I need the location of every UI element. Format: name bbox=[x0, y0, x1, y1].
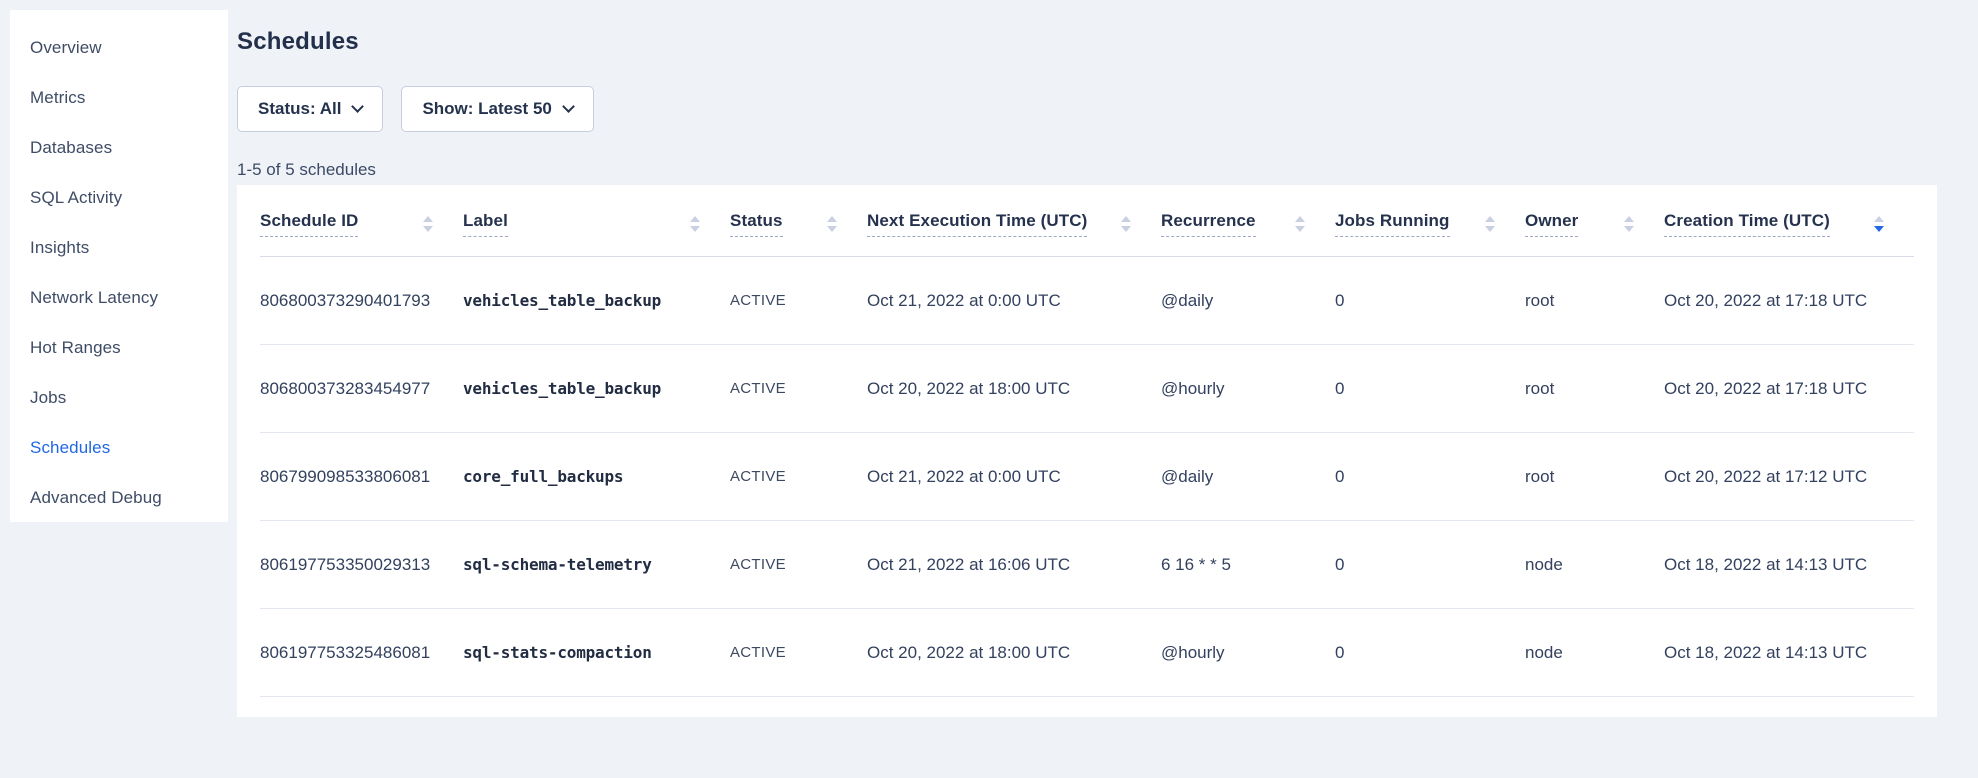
next-execution-cell: Oct 21, 2022 at 16:06 UTC bbox=[867, 555, 1161, 575]
sort-icon[interactable] bbox=[1295, 216, 1305, 232]
status-cell: ACTIVE bbox=[730, 468, 867, 485]
recurrence-cell: 6 16 * * 5 bbox=[1161, 555, 1335, 575]
recurrence-cell: @daily bbox=[1161, 467, 1335, 487]
sort-icon[interactable] bbox=[827, 216, 837, 232]
sidebar-nav: Overview Metrics Databases SQL Activity … bbox=[10, 10, 228, 522]
sidebar-item-overview[interactable]: Overview bbox=[30, 23, 228, 73]
status-cell: ACTIVE bbox=[730, 380, 867, 397]
jobs-running-cell: 0 bbox=[1335, 291, 1525, 311]
next-execution-cell: Oct 20, 2022 at 18:00 UTC bbox=[867, 643, 1161, 663]
sort-icon[interactable] bbox=[1624, 216, 1634, 232]
table-row: 806800373283454977 vehicles_table_backup… bbox=[260, 345, 1914, 433]
recurrence-cell: @hourly bbox=[1161, 643, 1335, 663]
filter-bar: Status: All Show: Latest 50 bbox=[237, 86, 594, 132]
column-header-status[interactable]: Status bbox=[730, 211, 867, 237]
label-cell: vehicles_table_backup bbox=[463, 291, 730, 310]
owner-cell: root bbox=[1525, 291, 1664, 311]
schedule-id-cell: 806800373283454977 bbox=[260, 379, 463, 399]
owner-cell: node bbox=[1525, 555, 1664, 575]
sidebar-item-metrics[interactable]: Metrics bbox=[30, 73, 228, 123]
recurrence-cell: @hourly bbox=[1161, 379, 1335, 399]
label-cell: sql-stats-compaction bbox=[463, 643, 730, 662]
label-cell: vehicles_table_backup bbox=[463, 379, 730, 398]
status-cell: ACTIVE bbox=[730, 292, 867, 309]
table-row: 806197753325486081 sql-stats-compaction … bbox=[260, 609, 1914, 697]
table-row: 806800373290401793 vehicles_table_backup… bbox=[260, 257, 1914, 345]
creation-time-cell: Oct 20, 2022 at 17:12 UTC bbox=[1664, 467, 1914, 487]
table-header-row: Schedule ID Label Status Next Execution … bbox=[260, 185, 1914, 257]
jobs-running-cell: 0 bbox=[1335, 379, 1525, 399]
show-filter-label: Show: Latest 50 bbox=[422, 99, 551, 119]
sort-icon[interactable] bbox=[1121, 216, 1131, 232]
schedule-id-cell: 806197753325486081 bbox=[260, 643, 463, 663]
owner-cell: root bbox=[1525, 467, 1664, 487]
chevron-down-icon bbox=[352, 100, 365, 113]
label-cell: sql-schema-telemetry bbox=[463, 555, 730, 574]
creation-time-cell: Oct 20, 2022 at 17:18 UTC bbox=[1664, 291, 1914, 311]
status-cell: ACTIVE bbox=[730, 556, 867, 573]
column-header-schedule-id[interactable]: Schedule ID bbox=[260, 211, 463, 237]
schedules-table: Schedule ID Label Status Next Execution … bbox=[237, 185, 1937, 717]
sidebar-item-sql-activity[interactable]: SQL Activity bbox=[30, 173, 228, 223]
column-header-recurrence[interactable]: Recurrence bbox=[1161, 211, 1335, 237]
results-count: 1-5 of 5 schedules bbox=[237, 160, 376, 180]
sidebar-item-advanced-debug[interactable]: Advanced Debug bbox=[30, 473, 228, 523]
sidebar-item-insights[interactable]: Insights bbox=[30, 223, 228, 273]
status-cell: ACTIVE bbox=[730, 644, 867, 661]
column-header-jobs-running[interactable]: Jobs Running bbox=[1335, 211, 1525, 237]
owner-cell: root bbox=[1525, 379, 1664, 399]
page-title: Schedules bbox=[237, 28, 359, 56]
recurrence-cell: @daily bbox=[1161, 291, 1335, 311]
table-row: 806197753350029313 sql-schema-telemetry … bbox=[260, 521, 1914, 609]
sort-icon[interactable] bbox=[1874, 216, 1884, 232]
column-header-next-execution-time[interactable]: Next Execution Time (UTC) bbox=[867, 211, 1161, 237]
next-execution-cell: Oct 20, 2022 at 18:00 UTC bbox=[867, 379, 1161, 399]
jobs-running-cell: 0 bbox=[1335, 555, 1525, 575]
show-filter-dropdown[interactable]: Show: Latest 50 bbox=[401, 86, 593, 132]
sidebar-item-schedules[interactable]: Schedules bbox=[30, 423, 228, 473]
sidebar-item-jobs[interactable]: Jobs bbox=[30, 373, 228, 423]
schedule-id-cell: 806197753350029313 bbox=[260, 555, 463, 575]
next-execution-cell: Oct 21, 2022 at 0:00 UTC bbox=[867, 291, 1161, 311]
sidebar-item-databases[interactable]: Databases bbox=[30, 123, 228, 173]
creation-time-cell: Oct 18, 2022 at 14:13 UTC bbox=[1664, 555, 1914, 575]
schedule-id-cell: 806799098533806081 bbox=[260, 467, 463, 487]
chevron-down-icon bbox=[562, 100, 575, 113]
schedule-id-cell: 806800373290401793 bbox=[260, 291, 463, 311]
owner-cell: node bbox=[1525, 643, 1664, 663]
jobs-running-cell: 0 bbox=[1335, 467, 1525, 487]
next-execution-cell: Oct 21, 2022 at 0:00 UTC bbox=[867, 467, 1161, 487]
column-header-label[interactable]: Label bbox=[463, 211, 730, 237]
column-header-owner[interactable]: Owner bbox=[1525, 211, 1664, 237]
column-header-creation-time[interactable]: Creation Time (UTC) bbox=[1664, 211, 1914, 237]
sidebar-item-network-latency[interactable]: Network Latency bbox=[30, 273, 228, 323]
creation-time-cell: Oct 18, 2022 at 14:13 UTC bbox=[1664, 643, 1914, 663]
sidebar-item-hot-ranges[interactable]: Hot Ranges bbox=[30, 323, 228, 373]
creation-time-cell: Oct 20, 2022 at 17:18 UTC bbox=[1664, 379, 1914, 399]
sort-icon[interactable] bbox=[423, 216, 433, 232]
status-filter-dropdown[interactable]: Status: All bbox=[237, 86, 383, 132]
table-row: 806799098533806081 core_full_backups ACT… bbox=[260, 433, 1914, 521]
label-cell: core_full_backups bbox=[463, 467, 730, 486]
status-filter-label: Status: All bbox=[258, 99, 341, 119]
sort-icon[interactable] bbox=[690, 216, 700, 232]
jobs-running-cell: 0 bbox=[1335, 643, 1525, 663]
schedules-page: Overview Metrics Databases SQL Activity … bbox=[0, 0, 1978, 778]
sort-icon[interactable] bbox=[1485, 216, 1495, 232]
